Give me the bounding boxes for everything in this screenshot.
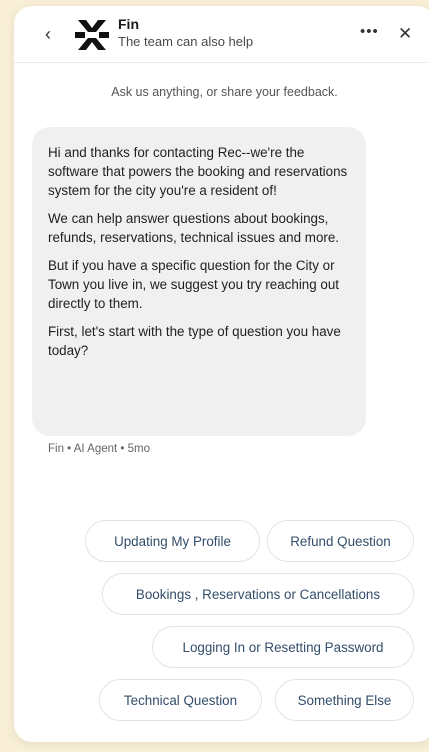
- chat-header: ‹ Fin The team can also help ••• ✕: [14, 6, 429, 63]
- chat-panel: ‹ Fin The team can also help ••• ✕ Ask u…: [14, 6, 429, 742]
- close-button[interactable]: ✕: [398, 24, 416, 44]
- option-bookings-reservations[interactable]: Bookings , Reservations or Cancellations: [102, 573, 414, 615]
- message-paragraph: We can help answer questions about booki…: [48, 211, 340, 245]
- more-icon: •••: [360, 23, 379, 40]
- option-technical-question[interactable]: Technical Question: [99, 679, 262, 721]
- option-something-else[interactable]: Something Else: [275, 679, 414, 721]
- intro-text: Ask us anything, or share your feedback.: [111, 85, 338, 99]
- option-logging-in[interactable]: Logging In or Resetting Password: [152, 626, 414, 668]
- fin-logo-icon: [75, 20, 109, 50]
- message-paragraph: First, let's start with the type of ques…: [48, 324, 341, 358]
- agent-message-bubble: Hi and thanks for contacting Rec--we're …: [32, 127, 366, 436]
- header-subtitle: The team can also help: [118, 34, 254, 49]
- close-icon: ✕: [398, 24, 413, 43]
- back-button[interactable]: ‹: [38, 24, 58, 44]
- header-title: Fin: [118, 16, 139, 32]
- message-meta: Fin • AI Agent • 5mo: [48, 443, 151, 455]
- option-updating-profile[interactable]: Updating My Profile: [85, 520, 260, 562]
- more-options-button[interactable]: •••: [360, 23, 382, 42]
- message-paragraph: But if you have a specific question for …: [48, 258, 340, 311]
- option-refund-question[interactable]: Refund Question: [267, 520, 414, 562]
- message-paragraph: Hi and thanks for contacting Rec--we're …: [48, 145, 348, 198]
- chevron-left-icon: ‹: [45, 24, 51, 44]
